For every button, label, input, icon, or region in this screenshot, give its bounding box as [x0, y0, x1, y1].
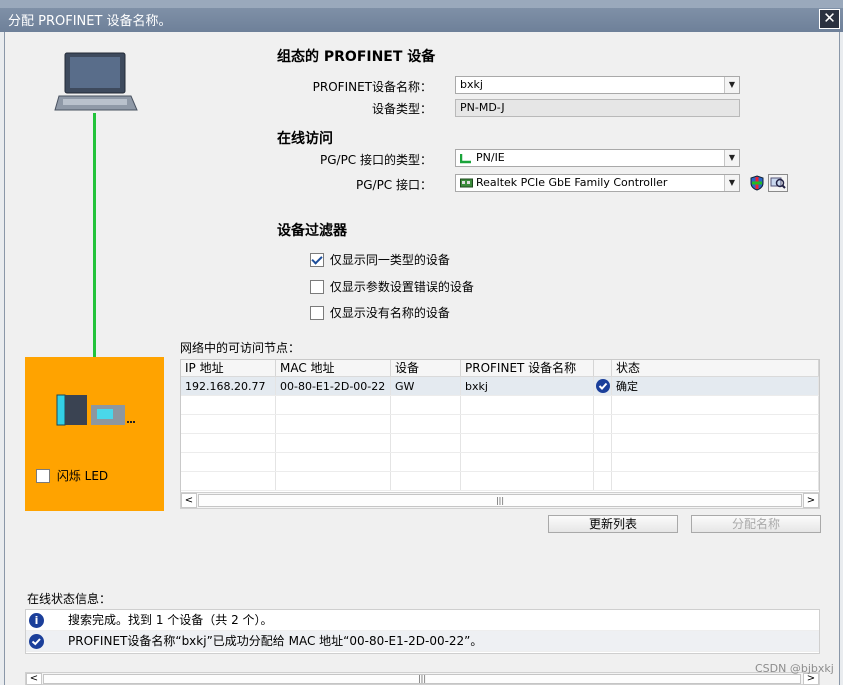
column-header-name[interactable]: PROFINET 设备名称	[461, 360, 594, 376]
status-message: i 搜索完成。找到 1 个设备（共 2 个）。	[26, 610, 819, 631]
param-error-checkbox[interactable]	[310, 279, 324, 294]
cell-name: bxkj	[461, 377, 594, 395]
check-circle-icon	[29, 634, 44, 649]
nodes-caption: 网络中的可访问节点：	[180, 341, 301, 355]
chevron-down-icon[interactable]: ▼	[724, 77, 739, 93]
column-header-device[interactable]: 设备	[391, 360, 461, 376]
scrollbar-thumb[interactable]: |||	[43, 674, 801, 684]
assign-name-button[interactable]: 分配名称	[691, 515, 821, 533]
table-row	[181, 472, 819, 491]
no-name-checkbox[interactable]	[310, 305, 324, 320]
online-heading: 在线访问	[277, 131, 333, 147]
chevron-down-icon[interactable]: ▼	[724, 175, 739, 191]
cell-flag	[594, 377, 612, 395]
scroll-left-icon[interactable]: <	[181, 493, 197, 508]
window-title: 分配 PROFINET 设备名称。	[8, 14, 172, 29]
device-name-value: bxkj	[460, 78, 483, 91]
configured-heading: 组态的 PROFINET 设备	[277, 49, 436, 65]
info-icon: i	[29, 613, 44, 628]
scroll-right-icon[interactable]: >	[803, 493, 819, 508]
status-message: PROFINET设备名称“bxkj”已成功分配给 MAC 地址“00-80-E1…	[26, 631, 819, 652]
cell-device: GW	[391, 377, 461, 395]
target-device-panel: 闪烁 LED	[25, 357, 164, 511]
search-icon[interactable]	[768, 174, 788, 192]
filter-option-param-error[interactable]: 仅显示参数设置错误的设备	[310, 278, 474, 295]
network-card-icon	[460, 178, 473, 189]
flash-led-checkbox[interactable]	[36, 468, 50, 483]
cell-status: 确定	[612, 377, 819, 395]
iface-type-combo[interactable]: PN/IE ▼	[455, 149, 740, 167]
status-list: i 搜索完成。找到 1 个设备（共 2 个）。 PROFINET设备名称“bxk…	[25, 609, 820, 654]
watermark: CSDN @bjbxkj	[755, 662, 834, 675]
filter-option-label: 仅显示参数设置错误的设备	[329, 280, 474, 294]
table-row	[181, 396, 819, 415]
scrollbar-thumb[interactable]: |||	[198, 494, 802, 507]
scroll-left-icon[interactable]: <	[26, 673, 42, 685]
column-header-flag[interactable]	[594, 360, 612, 376]
flash-led-option[interactable]: 闪烁 LED	[36, 467, 108, 484]
shield-icon[interactable]	[749, 175, 765, 191]
table-scrollbar[interactable]: < ||| >	[180, 492, 820, 509]
table-row	[181, 434, 819, 453]
filter-option-label: 仅显示没有名称的设备	[329, 306, 450, 320]
same-type-checkbox[interactable]	[310, 252, 324, 267]
column-header-ip[interactable]: IP 地址	[181, 360, 276, 376]
status-caption: 在线状态信息：	[27, 592, 112, 606]
cell-mac: 00-80-E1-2D-00-22	[276, 377, 391, 395]
dialog-body: 闪烁 LED 组态的 PROFINET 设备 PROFINET设备名称： bxk…	[4, 32, 840, 685]
filter-heading: 设备过滤器	[277, 223, 347, 239]
check-circle-icon	[596, 379, 610, 393]
filter-option-no-name[interactable]: 仅显示没有名称的设备	[310, 304, 450, 321]
device-name-combo[interactable]: bxkj ▼	[455, 76, 740, 94]
network-port-icon	[459, 153, 472, 164]
refresh-list-button[interactable]: 更新列表	[548, 515, 678, 533]
table-row	[181, 415, 819, 434]
close-button[interactable]: ✕	[819, 9, 840, 29]
flash-led-label: 闪烁 LED	[56, 469, 109, 483]
status-message-text: PROFINET设备名称“bxkj”已成功分配给 MAC 地址“00-80-E1…	[68, 634, 483, 648]
plc-device-icon	[55, 393, 137, 429]
nodes-table: IP 地址 MAC 地址 设备 PROFINET 设备名称 状态 192.168…	[180, 359, 820, 509]
table-header: IP 地址 MAC 地址 设备 PROFINET 设备名称 状态	[181, 360, 819, 377]
table-row	[181, 453, 819, 472]
chevron-down-icon[interactable]: ▼	[724, 150, 739, 166]
iface-label: PG/PC 接口：	[355, 178, 432, 192]
cell-ip: 192.168.20.77	[181, 377, 276, 395]
iface-type-value: PN/IE	[476, 151, 505, 164]
table-row[interactable]: 192.168.20.77 00-80-E1-2D-00-22 GW bxkj …	[181, 377, 819, 396]
iface-combo[interactable]: Realtek PCIe GbE Family Controller ▼	[455, 174, 740, 192]
title-bar: 分配 PROFINET 设备名称。 ✕	[0, 0, 843, 32]
filter-option-label: 仅显示同一类型的设备	[329, 253, 450, 267]
pgpc-computer-icon	[53, 50, 139, 114]
device-type-field: PN-MD-J	[455, 99, 740, 117]
status-scrollbar[interactable]: < ||| >	[25, 672, 820, 685]
iface-value: Realtek PCIe GbE Family Controller	[476, 176, 668, 189]
status-message-text: 搜索完成。找到 1 个设备（共 2 个）。	[68, 613, 273, 627]
device-name-label: PROFINET设备名称：	[312, 80, 432, 94]
iface-type-label: PG/PC 接口的类型：	[319, 153, 432, 167]
column-header-status[interactable]: 状态	[612, 360, 819, 376]
device-type-label: 设备类型：	[371, 102, 432, 116]
column-header-mac[interactable]: MAC 地址	[276, 360, 391, 376]
filter-option-same-type[interactable]: 仅显示同一类型的设备	[310, 251, 450, 268]
